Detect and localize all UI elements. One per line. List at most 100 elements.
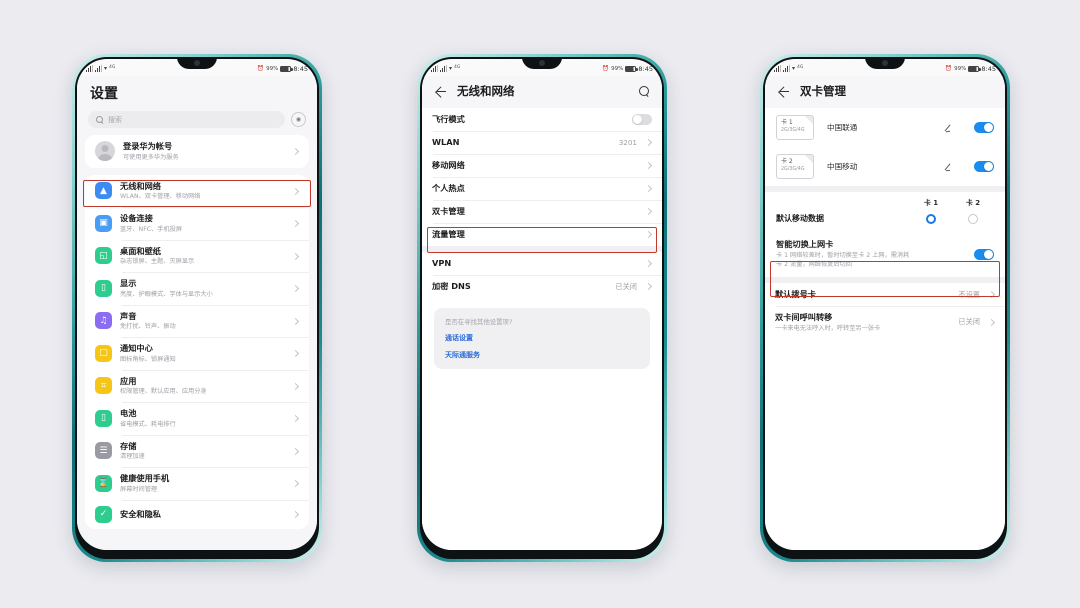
chevron-right-icon bbox=[645, 283, 652, 290]
apps-icon: ⌗ bbox=[95, 377, 112, 395]
radio-sim2[interactable] bbox=[968, 213, 978, 224]
pencil-icon[interactable] bbox=[945, 122, 956, 133]
list-row[interactable]: VPN bbox=[422, 252, 662, 275]
settings-row[interactable]: ⌗ 应用 权限管理、默认应用、应用分身 bbox=[85, 369, 309, 402]
wireless-list-2: VPN 加密 DNS 已关闭 bbox=[422, 252, 662, 298]
chevron-right-icon bbox=[292, 480, 299, 487]
list-row[interactable]: 加密 DNS 已关闭 bbox=[422, 275, 662, 298]
settings-row[interactable]: ♫ 声音 免打扰、铃声、振动 bbox=[85, 304, 309, 337]
digital-balance-icon: ⌛ bbox=[95, 474, 112, 492]
search-placeholder: 搜索 bbox=[108, 115, 122, 124]
suggestion-link-call-settings[interactable]: 通话设置 bbox=[445, 333, 639, 343]
settings-row-title: 应用 bbox=[120, 375, 137, 386]
radio-sim1[interactable] bbox=[926, 213, 936, 224]
avatar bbox=[95, 141, 115, 162]
column-header-sim2: 卡 2 bbox=[965, 199, 981, 207]
settings-row-title: 桌面和壁纸 bbox=[120, 245, 161, 256]
settings-row-title: 声音 bbox=[120, 310, 137, 321]
chevron-right-icon bbox=[292, 350, 299, 357]
toggle-switch[interactable] bbox=[632, 114, 652, 125]
sim-slot-label: 卡 2 bbox=[781, 158, 793, 165]
chevron-right-icon bbox=[292, 415, 299, 422]
list-row-value: 3201 bbox=[618, 138, 637, 147]
settings-row[interactable]: ◱ 桌面和壁纸 杂志锁屏、主题、灭屏显示 bbox=[85, 239, 309, 272]
list-row-title: 飞行模式 bbox=[432, 114, 465, 124]
signal-icon-1 bbox=[86, 65, 93, 72]
voice-assistant-button[interactable]: ◉ bbox=[291, 112, 306, 127]
settings-row[interactable]: ▣ 设备连接 蓝牙、NFC、手机投屏 bbox=[85, 207, 309, 240]
settings-row[interactable]: ▯ 显示 亮度、护眼模式、字体与显示大小 bbox=[85, 272, 309, 305]
phone-2-wireless-network: ▾ 4G ⏰ 99% 8:45 无线和网络 飞行模式 WLAN 3201 移动网… bbox=[417, 54, 667, 562]
settings-row[interactable]: ▲ 无线和网络 WLAN、双卡管理、移动网络 bbox=[85, 174, 309, 207]
suggestion-card: 是否在寻找其他设置项? 通话设置 天际通服务 bbox=[434, 308, 650, 369]
sim-tech-label: 2G/3G/4G bbox=[781, 167, 805, 172]
signal-icon-1 bbox=[431, 65, 438, 72]
storage-icon: ☰ bbox=[95, 442, 112, 460]
suggestion-question: 是否在寻找其他设置项? bbox=[445, 318, 513, 326]
option-row-title: 默认拨号卡 bbox=[775, 289, 816, 299]
chevron-right-icon bbox=[292, 285, 299, 292]
smart-switch-row[interactable]: 智能切换上网卡 卡 1 网络较差时，暂时切换至卡 2 上网，需消耗 卡 2 流量… bbox=[765, 232, 1005, 277]
battery-icon bbox=[968, 65, 981, 72]
list-row-title: 双卡管理 bbox=[432, 206, 465, 216]
signal-icon-2 bbox=[783, 65, 790, 72]
settings-row-subtitle: 免打扰、铃声、振动 bbox=[120, 323, 176, 330]
settings-row-title: 健康使用手机 bbox=[120, 473, 170, 483]
chevron-right-icon bbox=[988, 291, 995, 298]
list-row[interactable]: 双卡管理 bbox=[422, 200, 662, 223]
pencil-icon[interactable] bbox=[945, 161, 956, 172]
chevron-right-icon bbox=[292, 252, 299, 259]
settings-row-subtitle: 省电模式、耗电排行 bbox=[120, 420, 176, 428]
list-row[interactable]: 流量管理 bbox=[422, 223, 662, 246]
phone-screen: ▾ 4G ⏰ 99% 8:45 设置 搜索 ◉ 登录华为帐号 可使用更多华为服务… bbox=[77, 59, 317, 550]
page-title: 双卡管理 bbox=[800, 84, 846, 98]
settings-row-subtitle: 杂志锁屏、主题、灭屏显示 bbox=[120, 258, 195, 265]
settings-row-subtitle: 清理加速 bbox=[120, 453, 145, 460]
settings-row[interactable]: ▯ 电池 省电模式、耗电排行 bbox=[85, 402, 309, 435]
account-subtitle: 可使用更多华为服务 bbox=[123, 153, 179, 161]
account-title: 登录华为帐号 bbox=[123, 141, 173, 151]
list-row[interactable]: 移动网络 bbox=[422, 154, 662, 177]
settings-row[interactable]: □ 通知中心 图标角标、锁屏通知 bbox=[85, 337, 309, 370]
settings-row[interactable]: ⌛ 健康使用手机 屏幕时间管理 bbox=[85, 467, 309, 500]
search-area: 搜索 ◉ bbox=[77, 111, 317, 135]
back-arrow-icon[interactable] bbox=[777, 85, 790, 98]
settings-row-title: 安全和隐私 bbox=[120, 508, 161, 519]
battery-icon bbox=[280, 65, 293, 72]
sim-tech-label: 2G/3G/4G bbox=[781, 128, 805, 133]
sim-row[interactable]: 卡 1 2G/3G/4G 中国联通 bbox=[765, 108, 1005, 147]
smart-switch-toggle[interactable] bbox=[974, 248, 994, 260]
security-icon: ✓ bbox=[95, 505, 112, 523]
search-input[interactable]: 搜索 bbox=[88, 111, 285, 128]
back-arrow-icon[interactable] bbox=[434, 85, 447, 98]
suggestion-link-skytone[interactable]: 天际通服务 bbox=[445, 350, 639, 360]
option-row[interactable]: 双卡间呼叫转移 一卡来电无法呼入时，呼转至另一张卡 已关闭 bbox=[765, 306, 1005, 339]
list-row[interactable]: 个人热点 bbox=[422, 177, 662, 200]
network-type-label: 4G bbox=[109, 65, 116, 71]
list-row[interactable]: WLAN 3201 bbox=[422, 131, 662, 154]
wifi-icon: ▾ bbox=[104, 65, 108, 72]
settings-row[interactable]: ☰ 存储 清理加速 bbox=[85, 434, 309, 467]
account-row[interactable]: 登录华为帐号 可使用更多华为服务 bbox=[85, 135, 309, 168]
list-row-title: 加密 DNS bbox=[432, 281, 471, 291]
signal-icon-1 bbox=[774, 65, 781, 72]
sim-toggle[interactable] bbox=[974, 122, 994, 133]
chevron-right-icon bbox=[645, 208, 652, 215]
wireless-list: 飞行模式 WLAN 3201 移动网络个人热点双卡管理流量管理 bbox=[422, 108, 662, 246]
option-row-subtitle: 一卡来电无法呼入时，呼转至另一张卡 bbox=[775, 324, 881, 332]
list-row[interactable]: 飞行模式 bbox=[422, 108, 662, 131]
sim-carrier-name: 中国移动 bbox=[827, 162, 858, 171]
list-row-title: 个人热点 bbox=[432, 183, 465, 193]
settings-row-subtitle: WLAN、双卡管理、移动网络 bbox=[120, 193, 201, 200]
option-row[interactable]: 默认拨号卡 不设置 bbox=[765, 283, 1005, 306]
search-icon[interactable] bbox=[637, 85, 650, 98]
sim-toggle[interactable] bbox=[974, 161, 994, 172]
settings-row[interactable]: ✓ 安全和隐私 bbox=[85, 499, 309, 529]
dual-sim-options: 默认拨号卡 不设置 双卡间呼叫转移 一卡来电无法呼入时，呼转至另一张卡 已关闭 bbox=[765, 283, 1005, 339]
settings-row-title: 设备连接 bbox=[120, 213, 153, 223]
smart-switch-subtitle-line1: 卡 1 网络较差时，暂时切换至卡 2 上网，需消耗 bbox=[776, 251, 910, 259]
chevron-right-icon bbox=[292, 511, 299, 518]
settings-row-subtitle: 图标角标、锁屏通知 bbox=[120, 355, 176, 363]
sim-row[interactable]: 卡 2 2G/3G/4G 中国移动 bbox=[765, 147, 1005, 186]
chevron-right-icon bbox=[292, 317, 299, 324]
